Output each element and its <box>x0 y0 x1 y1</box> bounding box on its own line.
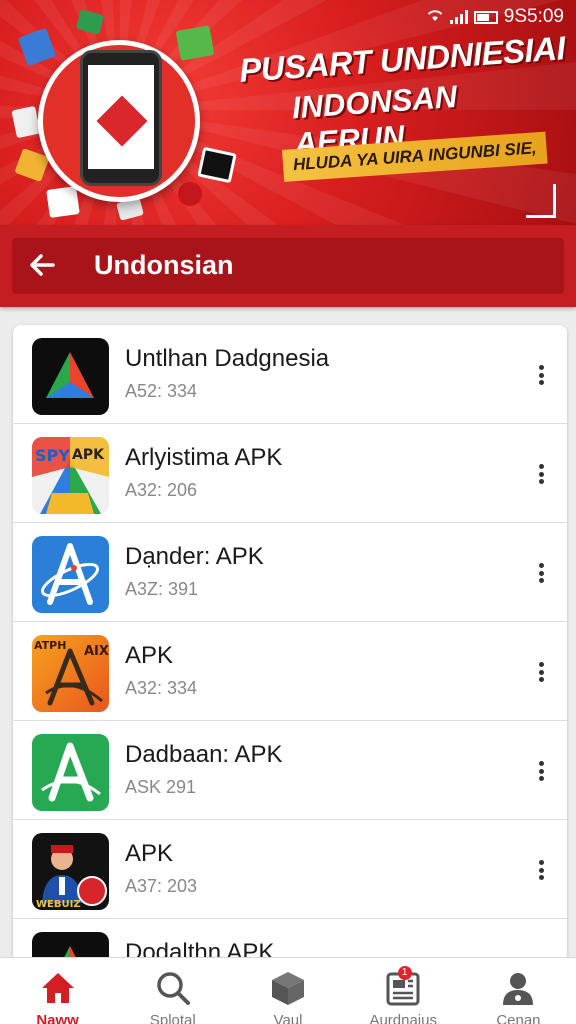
character-icon-text: WEBUIZ <box>36 899 81 910</box>
header-bar: Undonsian <box>12 238 564 294</box>
list-item[interactable]: Dạnder: APK A3Z: 391 <box>13 523 567 622</box>
list-item[interactable]: WEBUIZ APK A37: 203 <box>13 820 567 919</box>
notification-badge: 1 <box>397 966 412 980</box>
app-name: Arlyistima APK <box>125 444 283 471</box>
list-item[interactable]: SPY APK Arlyistima APK A32: 206 <box>13 424 567 523</box>
app-version: A32: 334 <box>125 678 198 698</box>
more-vertical-icon[interactable] <box>531 361 551 389</box>
signal-icon <box>449 10 468 24</box>
arrow-left-icon <box>30 254 55 276</box>
nav-label: Naww <box>36 1012 79 1024</box>
status-bar: 9S5:09 <box>426 6 564 28</box>
more-vertical-icon[interactable] <box>531 757 551 785</box>
green-a-icon <box>32 734 109 811</box>
nav-item-home[interactable]: Naww <box>0 958 115 1024</box>
app-version: A52: 334 <box>125 381 198 401</box>
back-button[interactable] <box>26 250 58 282</box>
nav-item-profile[interactable]: Cenan <box>461 958 576 1024</box>
corner-bracket-icon <box>526 184 556 218</box>
nav-label: Cenan <box>496 1012 541 1024</box>
more-vertical-icon[interactable] <box>531 460 551 488</box>
app-version: A37: 203 <box>125 876 198 896</box>
person-icon <box>503 973 534 1005</box>
more-vertical-icon[interactable] <box>531 559 551 587</box>
page-title: Undonsian <box>94 250 234 280</box>
nav-item-box[interactable]: Vaul <box>230 958 345 1024</box>
nav-item-news[interactable]: 1 Aurdnaius <box>346 958 461 1024</box>
spy-icon-text: SPY <box>35 446 70 465</box>
app-name: Untlhan Dadgnesia <box>125 345 330 372</box>
nav-label: Vaul <box>273 1012 303 1024</box>
phone-screen <box>88 65 154 169</box>
spy-apk-icon: SPY APK <box>32 437 109 514</box>
apk-icon-text: APK <box>72 447 105 463</box>
floating-app-icon <box>46 186 80 218</box>
search-icon <box>157 972 190 1005</box>
app-version: A32: 206 <box>125 480 198 500</box>
diamond-logo-icon <box>96 95 148 147</box>
character-icon: WEBUIZ <box>32 833 109 910</box>
app-name: APK <box>125 642 174 669</box>
battery-icon <box>473 10 498 24</box>
nav-item-search[interactable]: Splotal <box>115 958 230 1024</box>
list-item[interactable]: Untlhan Dadgnesia A52: 334 <box>13 325 567 424</box>
status-time: 9S5:09 <box>503 6 564 27</box>
app-header: Undonsian <box>0 225 576 307</box>
icon-text-left: ATPH <box>34 639 66 652</box>
list-item[interactable]: ATPH AIX APK A32: 334 <box>13 622 567 721</box>
atom-a-icon <box>32 536 109 613</box>
bottom-nav: Naww Splotal Vaul 1 Aurdnaius Cenan <box>0 957 576 1024</box>
floating-app-icon <box>178 182 202 206</box>
more-vertical-icon[interactable] <box>531 658 551 686</box>
app-name: APK <box>125 840 174 867</box>
app-version: ASK 291 <box>125 777 197 797</box>
app-name: Dạnder: APK <box>125 543 264 570</box>
app-list: Untlhan Dadgnesia A52: 334 SPY APK Arlyi… <box>13 325 567 965</box>
nav-label: Splotal <box>149 1012 196 1024</box>
list-item[interactable]: Dadbaan: APK ASK 291 <box>13 721 567 820</box>
home-icon <box>41 973 74 1003</box>
nav-label: Aurdnaius <box>369 1012 437 1024</box>
floating-app-icon <box>175 25 215 61</box>
orange-a-icon: ATPH AIX <box>32 635 109 712</box>
wifi-icon <box>426 6 444 28</box>
phone-illustration <box>80 50 162 186</box>
more-vertical-icon[interactable] <box>531 856 551 884</box>
box-icon <box>272 972 304 1005</box>
promo-banner[interactable]: 9S5:09 PUSART UNDNIESIAI INDONSAN AERUN … <box>0 0 576 225</box>
app-version: A3Z: 391 <box>125 579 199 599</box>
icon-text-right: AIX <box>84 644 109 659</box>
triangle-logo-icon <box>32 338 109 415</box>
app-name: Dadbaan: APK <box>125 741 283 768</box>
